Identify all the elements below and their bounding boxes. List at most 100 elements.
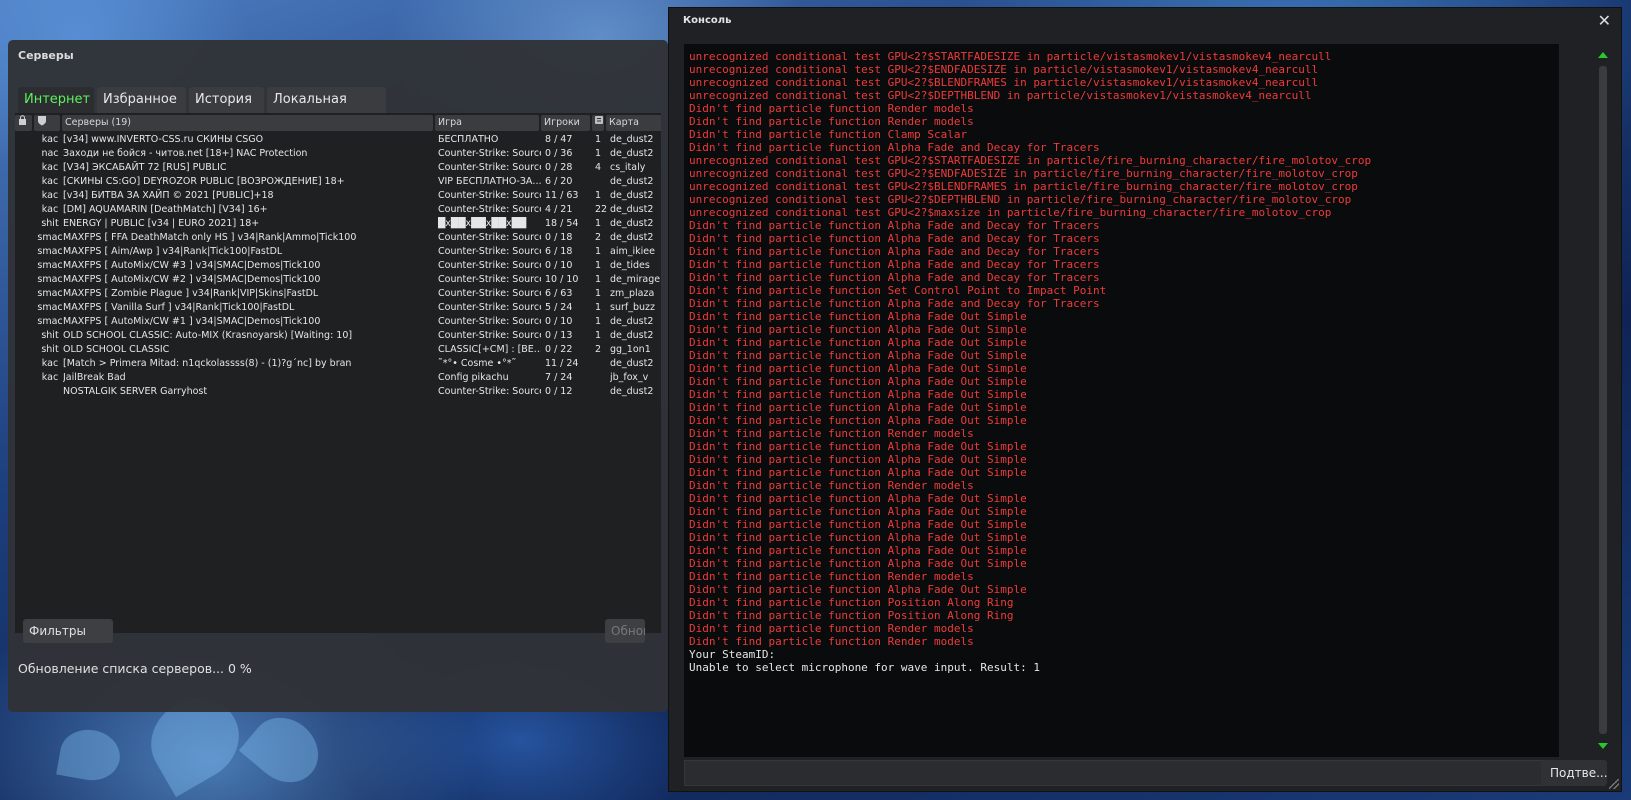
scroll-up-icon[interactable] — [1598, 52, 1608, 58]
console-line-text: Didn't find particle function Alpha Fade… — [689, 245, 1100, 258]
server-map: de_tides — [610, 260, 650, 271]
server-players: 6 / 63 — [545, 288, 573, 299]
console-line-text: unrecognized conditional test GPU<2?$BLE… — [689, 76, 1319, 89]
console-line: Didn't find particle function Render mod… — [689, 102, 1371, 115]
console-line-text: Didn't find particle function Alpha Fade… — [689, 362, 1027, 375]
server-players: 11 / 63 — [545, 190, 579, 201]
column-secure[interactable] — [34, 115, 60, 131]
server-players: 11 / 24 — [545, 358, 579, 369]
bot-icon — [595, 116, 603, 124]
console-line-text: Didn't find particle function Alpha Fade… — [689, 310, 1027, 323]
server-list[interactable]: Серверы (19) Игра Игроки Карта kac [v34] … — [15, 113, 661, 633]
server-map: de_dust2 — [610, 330, 654, 341]
server-bots: 1 — [595, 218, 602, 229]
table-row[interactable]: kac [V34] ЭКСАБАЙТ 72 [RUS] PUBLIC Counter… — [15, 161, 661, 175]
table-row[interactable]: smac MAXFPS [ Vanilla Surf ] v34|Rank|Tic… — [15, 301, 661, 315]
console-line-text: Didn't find particle function Alpha Fade… — [689, 336, 1027, 349]
server-name: [СКИНЫ CS:GO] DEYROZOR PUBLIC [ВОЗРОЖДЕН… — [63, 176, 345, 187]
table-row[interactable]: shit OLD SCHOOL CLASSIC: Auto-MIX (Krasno… — [15, 329, 661, 343]
server-bots: 1 — [595, 330, 602, 341]
server-bots: 2 — [595, 344, 602, 355]
table-row[interactable]: NOSTALGIK SERVER Garryhost Counter-Strike… — [15, 385, 661, 399]
table-row[interactable]: smac MAXFPS [ AutoMix/CW #1 ] v34|SMAC|De… — [15, 315, 661, 329]
table-row[interactable]: shit OLD SCHOOL CLASSIC CLASSIC[+CM] : [BE… — [15, 343, 661, 357]
server-anticheat: shit — [41, 344, 59, 355]
server-anticheat: smac — [37, 316, 63, 327]
console-line: unrecognized conditional test GPU<2?$DEP… — [689, 193, 1371, 206]
server-game: Counter-Strike: Source — [438, 246, 541, 257]
server-players: 0 / 13 — [545, 330, 573, 341]
console-line-text: unrecognized conditional test GPU<2?$DEP… — [689, 193, 1352, 206]
server-rows: kac [v34] www.INVERTO-CSS.ru СКИНЫ CSGO БЕ… — [15, 133, 661, 399]
scroll-down-icon[interactable] — [1598, 743, 1608, 749]
table-row[interactable]: smac MAXFPS [ Aim/Awp ] v34|Rank|Tick100|… — [15, 245, 661, 259]
table-row[interactable]: kac [СКИНЫ CS:GO] DEYROZOR PUBLIC [ВОЗРОЖ… — [15, 175, 661, 189]
filters-button[interactable]: Фильтры — [23, 619, 113, 643]
server-name: [V34] ЭКСАБАЙТ 72 [RUS] PUBLIC — [63, 162, 227, 173]
server-game: Counter-Strike: Source — [438, 148, 541, 159]
refresh-button[interactable]: Обновить — [605, 619, 645, 643]
console-input[interactable] — [684, 760, 1551, 786]
close-icon[interactable]: ✕ — [1598, 11, 1611, 30]
server-players: 0 / 10 — [545, 260, 573, 271]
column-servers[interactable]: Серверы (19) — [62, 115, 433, 131]
console-line-text: unrecognized conditional test GPU<2?$STA… — [689, 50, 1332, 63]
console-line-text: unrecognized conditional test GPU<2?$DEP… — [689, 89, 1312, 102]
server-map: de_mirage — [610, 274, 661, 285]
resize-grip-icon[interactable] — [1609, 779, 1619, 789]
table-row[interactable]: smac MAXFPS [ AutoMix/CW #2 ] v34|SMAC|De… — [15, 273, 661, 287]
server-name: MAXFPS [ AutoMix/CW #1 ] v34|SMAC|Demos|… — [63, 316, 321, 327]
server-map: gg_1on1 — [610, 344, 651, 355]
server-map: zm_plaza — [610, 288, 655, 299]
table-row[interactable]: nac Заходи не бойся - читов.net [18+] NAC… — [15, 147, 661, 161]
console-line-text: Didn't find particle function Alpha Fade… — [689, 141, 1100, 154]
server-players: 0 / 28 — [545, 162, 573, 173]
console-line: Didn't find particle function Alpha Fade… — [689, 531, 1371, 544]
console-line: Didn't find particle function Alpha Fade… — [689, 440, 1371, 453]
column-game[interactable]: Игра — [435, 115, 539, 131]
server-name: OLD SCHOOL CLASSIC: Auto-MIX (Krasnoyars… — [63, 330, 353, 341]
table-row[interactable]: kac [v34] БИТВА ЗА ХАЙП © 2021 [PUBLIC]+1… — [15, 189, 661, 203]
console-line-text: Didn't find particle function Alpha Fade… — [689, 440, 1027, 453]
server-players: 0 / 10 — [545, 316, 573, 327]
table-row[interactable]: smac MAXFPS [ Zombie Plague ] v34|Rank|VI… — [15, 287, 661, 301]
server-anticheat: smac — [37, 288, 63, 299]
server-bots: 1 — [595, 288, 602, 299]
table-row[interactable]: kac [Match > Primera Mitad: n1qckolassss(… — [15, 357, 661, 371]
table-row[interactable]: smac MAXFPS [ FFA DeathMatch only HS ] v3… — [15, 231, 661, 245]
table-row[interactable]: kac [DM] AQUAMARIN [DeathMatch] [V34] 16+… — [15, 203, 661, 217]
server-name: ENERGY | PUBLIC [v34 | EURO 2021] 18+ — [63, 218, 260, 229]
console-line: Didn't find particle function Render mod… — [689, 479, 1371, 492]
redacted-value — [775, 649, 886, 658]
column-players[interactable]: Игроки — [541, 115, 590, 131]
table-row[interactable]: kac [v34] www.INVERTO-CSS.ru СКИНЫ CSGO БЕ… — [15, 133, 661, 147]
table-row[interactable]: shit ENERGY | PUBLIC [v34 | EURO 2021] 18… — [15, 217, 661, 231]
server-game: Counter-Strike: Source — [438, 386, 541, 397]
console-line: Didn't find particle function Alpha Fade… — [689, 518, 1371, 531]
column-map[interactable]: Карта — [606, 115, 661, 131]
server-bots: 1 — [595, 190, 602, 201]
console-title: Консоль — [683, 15, 732, 26]
console-line-text: Didn't find particle function Alpha Fade… — [689, 453, 1027, 466]
console-line: Didn't find particle function Alpha Fade… — [689, 492, 1371, 505]
server-anticheat: kac — [41, 204, 59, 215]
submit-button[interactable]: Подтве... — [1541, 760, 1608, 786]
tab-internet[interactable]: Интернет — [18, 87, 94, 113]
server-name: MAXFPS [ AutoMix/CW #2 ] v34|SMAC|Demos|… — [63, 274, 321, 285]
column-bots[interactable] — [592, 115, 604, 131]
server-players: 10 / 10 — [545, 274, 579, 285]
server-map: jb_fox_v — [610, 372, 649, 383]
table-row[interactable]: kac JailBreak Bad Config pikachu 7 / 24 jb_f… — [15, 371, 661, 385]
server-game: Counter-Strike: Source — [438, 232, 541, 243]
console-scrollbar[interactable] — [1593, 44, 1613, 757]
server-players: 0 / 12 — [545, 386, 573, 397]
tab-lan[interactable]: Локальная сеть — [267, 87, 386, 133]
server-name: NOSTALGIK SERVER Garryhost — [63, 386, 208, 397]
tab-favorites[interactable]: Избранное — [97, 87, 186, 113]
column-password[interactable] — [15, 115, 32, 131]
console-line-text: unrecognized conditional test GPU<2?$BLE… — [689, 180, 1358, 193]
table-row[interactable]: smac MAXFPS [ AutoMix/CW #3 ] v34|SMAC|De… — [15, 259, 661, 273]
tab-history[interactable]: История — [189, 87, 264, 113]
scroll-track[interactable] — [1599, 66, 1607, 734]
console-line: Didn't find particle function Alpha Fade… — [689, 388, 1371, 401]
